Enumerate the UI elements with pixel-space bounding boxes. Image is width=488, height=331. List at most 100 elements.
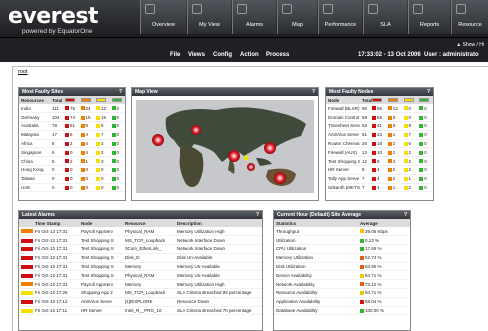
table-row[interactable]: Singapore 6 0 4 2 0 xyxy=(19,147,125,158)
critical-count[interactable]: 43 xyxy=(377,132,382,137)
site-marker[interactable] xyxy=(243,155,249,161)
row-name[interactable]: Africa xyxy=(19,139,50,149)
statistic-row[interactable]: Database Availability 100.00 % xyxy=(274,306,410,316)
statistic-row[interactable]: Memory Utilization 52.74 % xyxy=(274,253,410,263)
tab-sla[interactable]: SLA xyxy=(363,0,407,34)
major-count[interactable]: 1 xyxy=(393,185,396,190)
table-row[interactable]: China 6 2 1 3 0 xyxy=(19,156,125,167)
clear-count[interactable]: 0 xyxy=(424,123,427,128)
major-count[interactable]: 2 xyxy=(393,176,396,181)
menu-action[interactable]: Action xyxy=(240,52,259,60)
row-name[interactable]: Timesheet Serve xyxy=(326,121,360,131)
critical-count[interactable]: 10 xyxy=(377,150,382,155)
alarm-row[interactable]: Fri Oct-13 17:11 HR Server Intel_R__PRO_10… xyxy=(19,306,262,316)
statistic-row[interactable]: Device Availability 94.71 % xyxy=(274,270,410,281)
clear-count[interactable]: 0 xyxy=(117,185,120,190)
site-marker[interactable] xyxy=(228,150,240,162)
clear-count[interactable]: 0 xyxy=(424,159,427,164)
world-map[interactable] xyxy=(136,100,314,193)
clear-count[interactable]: 0 xyxy=(424,150,427,155)
help-icon[interactable]: ? xyxy=(404,211,407,219)
major-count[interactable]: 3 xyxy=(393,123,396,128)
table-row[interactable]: Germany 104 74 15 15 0 xyxy=(19,112,125,123)
clear-count[interactable]: 0 xyxy=(424,115,427,120)
major-count[interactable]: 13 xyxy=(393,106,398,111)
clear-count[interactable]: 0 xyxy=(117,167,120,172)
row-name[interactable]: Singapore xyxy=(19,147,50,158)
minor-count[interactable]: 2 xyxy=(409,150,412,155)
help-icon[interactable]: ? xyxy=(119,88,122,96)
statistic-row[interactable]: Resource Availability 94.71 % xyxy=(274,288,410,298)
major-count[interactable]: 0 xyxy=(86,176,89,181)
alarm-row[interactable]: Fri Oct-13 17:26 Shopping App 2 MS_TCP_Loo… xyxy=(19,288,262,298)
alarm-row[interactable]: Fri Oct-13 17:31 Test Shopping S Physical_… xyxy=(19,270,262,281)
major-count[interactable]: 3 xyxy=(393,115,396,120)
critical-count[interactable]: 2 xyxy=(70,159,73,164)
major-count[interactable]: 1 xyxy=(393,132,396,137)
minor-count[interactable]: 2 xyxy=(409,167,412,172)
major-count[interactable]: 1 xyxy=(393,150,396,155)
row-name[interactable]: HR Server xyxy=(326,165,360,175)
clear-count[interactable]: 0 xyxy=(117,132,120,137)
table-row[interactable]: Firewall (AUS) 13 10 1 2 0 xyxy=(326,147,433,158)
clear-count[interactable]: 0 xyxy=(424,167,427,172)
help-icon[interactable]: ? xyxy=(427,88,430,96)
tab-resource[interactable]: Resource xyxy=(451,0,488,34)
minor-count[interactable]: 0 xyxy=(101,185,104,190)
row-name[interactable]: Australia xyxy=(19,121,50,131)
minor-count[interactable]: 12 xyxy=(101,106,106,111)
minor-count[interactable]: 7 xyxy=(101,132,104,137)
site-marker[interactable] xyxy=(152,134,164,146)
minor-count[interactable]: 0 xyxy=(409,106,412,111)
minor-count[interactable]: 0 xyxy=(101,167,104,172)
clear-count[interactable]: 0 xyxy=(117,115,120,120)
table-row[interactable]: Tally App Serve 7 4 2 1 0 xyxy=(326,174,433,184)
everest-logo[interactable]: everest xyxy=(8,4,99,29)
major-count[interactable]: 4 xyxy=(86,141,89,146)
table-row[interactable]: Router Chennai 26 18 2 6 0 xyxy=(326,139,433,149)
major-count[interactable]: 2 xyxy=(393,141,396,146)
major-count[interactable]: 2 xyxy=(393,167,396,172)
major-count[interactable]: 4 xyxy=(393,159,396,164)
minor-count[interactable]: 2 xyxy=(409,159,412,164)
menu-config[interactable]: Config xyxy=(213,52,232,60)
major-count[interactable]: 4 xyxy=(86,132,89,137)
minor-count[interactable]: 2 xyxy=(101,150,104,155)
critical-count[interactable]: 0 xyxy=(70,185,73,190)
critical-count[interactable]: 18 xyxy=(377,141,382,146)
table-row[interactable]: Taiwan 0 0 0 0 0 xyxy=(19,174,125,184)
clear-count[interactable]: 0 xyxy=(424,141,427,146)
clear-count[interactable]: 0 xyxy=(117,159,120,164)
alarm-row[interactable]: Fri Oct-13 17:31 Test Shopping S MS_TCP_Lo… xyxy=(19,235,262,246)
row-name[interactable]: Srikanth (MKTG) xyxy=(326,183,360,193)
table-row[interactable]: Hong Kong 0 0 0 0 0 xyxy=(19,165,125,175)
row-name[interactable]: Firewall (BLSR) xyxy=(326,104,360,114)
table-row[interactable]: Malaysia 17 6 4 7 0 xyxy=(19,130,125,140)
table-row[interactable]: Test Shopping S 12 6 4 2 0 xyxy=(326,156,433,167)
clear-count[interactable]: 0 xyxy=(424,185,427,190)
critical-count[interactable]: 2 xyxy=(70,141,73,146)
critical-count[interactable]: 41 xyxy=(377,123,382,128)
help-icon[interactable]: ? xyxy=(256,211,259,219)
alarm-row[interactable]: Fri Oct-13 17:31 Test Shopping S Memory Mem… xyxy=(19,262,262,272)
tab-alarms[interactable]: Alarms xyxy=(232,0,276,34)
menu-views[interactable]: Views xyxy=(188,52,205,60)
minor-count[interactable]: 1 xyxy=(409,176,412,181)
minor-count[interactable]: 15 xyxy=(101,115,106,120)
critical-count[interactable]: 6 xyxy=(70,132,73,137)
row-name[interactable]: AntiVirus Serve xyxy=(326,130,360,140)
row-name[interactable]: Malaysia xyxy=(19,130,50,140)
tab-overview[interactable]: Overview xyxy=(140,0,186,34)
site-marker[interactable] xyxy=(264,142,276,154)
row-name[interactable]: Tally App Serve xyxy=(326,174,360,184)
major-count[interactable]: 0 xyxy=(86,167,89,172)
row-name[interactable]: Domain Control xyxy=(326,112,360,123)
table-row[interactable]: Srikanth (MKTG) 7 4 1 2 0 xyxy=(326,183,433,193)
statistic-row[interactable]: Application Availability 58.04 % xyxy=(274,297,410,307)
menu-file[interactable]: File xyxy=(170,52,180,60)
breadcrumb[interactable]: root xyxy=(18,69,27,75)
table-row[interactable]: UAE 0 0 0 0 0 xyxy=(19,183,125,193)
major-count[interactable]: 0 xyxy=(86,185,89,190)
alarm-row[interactable]: Fri Oct-13 17:31 Test Shopping S Disk_D Dis… xyxy=(19,253,262,263)
site-marker[interactable] xyxy=(191,125,201,135)
